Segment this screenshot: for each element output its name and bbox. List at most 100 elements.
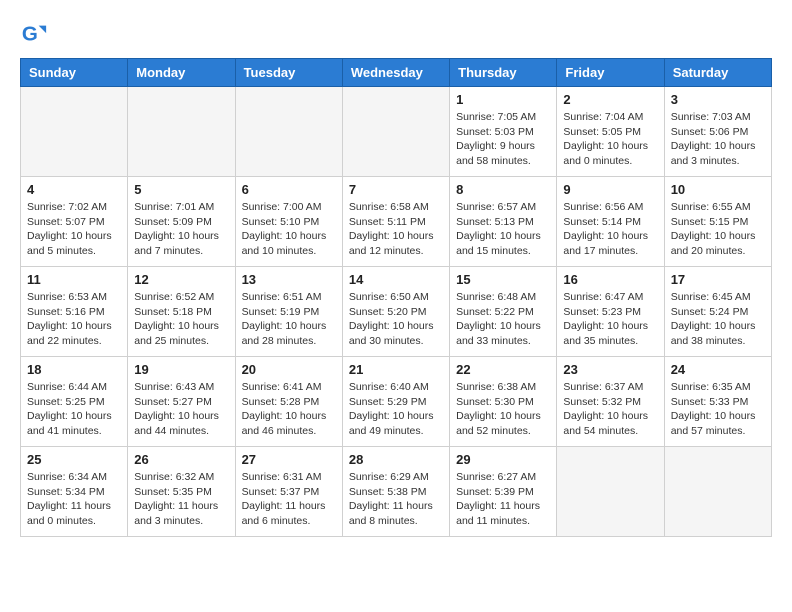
day-number: 1: [456, 92, 550, 107]
calendar-week-row: 18 Sunrise: 6:44 AMSunset: 5:25 PMDayligh…: [21, 357, 772, 447]
calendar-cell: 15Sunrise: 6:48 AMSunset: 5:22 PMDayligh…: [450, 267, 557, 357]
day-number: 2: [563, 92, 657, 107]
calendar-cell: 20Sunrise: 6:41 AMSunset: 5:28 PMDayligh…: [235, 357, 342, 447]
calendar-cell: 9 Sunrise: 6:56 AMSunset: 5:14 PMDaylight…: [557, 177, 664, 267]
calendar-cell: 10Sunrise: 6:55 AMSunset: 5:15 PMDayligh…: [664, 177, 771, 267]
calendar-week-row: 25 Sunrise: 6:34 AMSunset: 5:34 PMDayligh…: [21, 447, 772, 537]
day-info: Sunrise: 6:43 AMSunset: 5:27 PMDaylight:…: [134, 380, 228, 439]
calendar-cell: 23 Sunrise: 6:37 AMSunset: 5:32 PMDayligh…: [557, 357, 664, 447]
day-number: 7: [349, 182, 443, 197]
day-info: Sunrise: 7:04 AMSunset: 5:05 PMDaylight:…: [563, 110, 657, 169]
day-info: Sunrise: 6:55 AMSunset: 5:15 PMDaylight:…: [671, 200, 765, 259]
calendar-cell: 6 Sunrise: 7:00 AMSunset: 5:10 PMDaylight…: [235, 177, 342, 267]
calendar-cell: [128, 87, 235, 177]
calendar-cell: [21, 87, 128, 177]
day-info: Sunrise: 7:01 AMSunset: 5:09 PMDaylight:…: [134, 200, 228, 259]
day-header-saturday: Saturday: [664, 59, 771, 87]
header: G: [20, 20, 772, 48]
day-number: 5: [134, 182, 228, 197]
day-header-friday: Friday: [557, 59, 664, 87]
day-info: Sunrise: 6:56 AMSunset: 5:14 PMDaylight:…: [563, 200, 657, 259]
day-info: Sunrise: 6:41 AMSunset: 5:28 PMDaylight:…: [242, 380, 336, 439]
day-info: Sunrise: 6:27 AMSunset: 5:39 PMDaylight:…: [456, 470, 550, 529]
calendar-week-row: 4 Sunrise: 7:02 AMSunset: 5:07 PMDaylight…: [21, 177, 772, 267]
day-info: Sunrise: 6:47 AMSunset: 5:23 PMDaylight:…: [563, 290, 657, 349]
day-info: Sunrise: 6:31 AMSunset: 5:37 PMDaylight:…: [242, 470, 336, 529]
calendar-cell: 24 Sunrise: 6:35 AMSunset: 5:33 PMDayligh…: [664, 357, 771, 447]
calendar-cell: [342, 87, 449, 177]
calendar-cell: 26 Sunrise: 6:32 AMSunset: 5:35 PMDayligh…: [128, 447, 235, 537]
day-info: Sunrise: 6:51 AMSunset: 5:19 PMDaylight:…: [242, 290, 336, 349]
calendar-cell: 17 Sunrise: 6:45 AMSunset: 5:24 PMDayligh…: [664, 267, 771, 357]
calendar-cell: [557, 447, 664, 537]
day-info: Sunrise: 6:38 AMSunset: 5:30 PMDaylight:…: [456, 380, 550, 439]
day-header-sunday: Sunday: [21, 59, 128, 87]
day-number: 9: [563, 182, 657, 197]
day-number: 13: [242, 272, 336, 287]
calendar-week-row: 11 Sunrise: 6:53 AMSunset: 5:16 PMDayligh…: [21, 267, 772, 357]
day-number: 18: [27, 362, 121, 377]
calendar-cell: 29 Sunrise: 6:27 AMSunset: 5:39 PMDayligh…: [450, 447, 557, 537]
day-info: Sunrise: 7:02 AMSunset: 5:07 PMDaylight:…: [27, 200, 121, 259]
day-info: Sunrise: 6:44 AMSunset: 5:25 PMDaylight:…: [27, 380, 121, 439]
day-number: 26: [134, 452, 228, 467]
day-info: Sunrise: 6:32 AMSunset: 5:35 PMDaylight:…: [134, 470, 228, 529]
day-number: 4: [27, 182, 121, 197]
day-info: Sunrise: 6:29 AMSunset: 5:38 PMDaylight:…: [349, 470, 443, 529]
logo: G: [20, 20, 52, 48]
day-info: Sunrise: 6:35 AMSunset: 5:33 PMDaylight:…: [671, 380, 765, 439]
calendar-cell: 8 Sunrise: 6:57 AMSunset: 5:13 PMDaylight…: [450, 177, 557, 267]
day-info: Sunrise: 6:40 AMSunset: 5:29 PMDaylight:…: [349, 380, 443, 439]
day-info: Sunrise: 6:53 AMSunset: 5:16 PMDaylight:…: [27, 290, 121, 349]
calendar-cell: 7 Sunrise: 6:58 AMSunset: 5:11 PMDaylight…: [342, 177, 449, 267]
calendar-cell: [235, 87, 342, 177]
day-info: Sunrise: 6:37 AMSunset: 5:32 PMDaylight:…: [563, 380, 657, 439]
day-info: Sunrise: 6:52 AMSunset: 5:18 PMDaylight:…: [134, 290, 228, 349]
day-info: Sunrise: 6:45 AMSunset: 5:24 PMDaylight:…: [671, 290, 765, 349]
day-info: Sunrise: 7:00 AMSunset: 5:10 PMDaylight:…: [242, 200, 336, 259]
calendar-cell: 22 Sunrise: 6:38 AMSunset: 5:30 PMDayligh…: [450, 357, 557, 447]
day-number: 14: [349, 272, 443, 287]
day-number: 23: [563, 362, 657, 377]
day-info: Sunrise: 6:58 AMSunset: 5:11 PMDaylight:…: [349, 200, 443, 259]
day-number: 19: [134, 362, 228, 377]
calendar-cell: 11 Sunrise: 6:53 AMSunset: 5:16 PMDayligh…: [21, 267, 128, 357]
day-header-thursday: Thursday: [450, 59, 557, 87]
day-number: 6: [242, 182, 336, 197]
day-number: 12: [134, 272, 228, 287]
day-number: 11: [27, 272, 121, 287]
day-number: 16: [563, 272, 657, 287]
calendar-cell: 14Sunrise: 6:50 AMSunset: 5:20 PMDayligh…: [342, 267, 449, 357]
day-number: 21: [349, 362, 443, 377]
calendar-cell: 18 Sunrise: 6:44 AMSunset: 5:25 PMDayligh…: [21, 357, 128, 447]
day-header-wednesday: Wednesday: [342, 59, 449, 87]
day-header-monday: Monday: [128, 59, 235, 87]
calendar-cell: 5 Sunrise: 7:01 AMSunset: 5:09 PMDaylight…: [128, 177, 235, 267]
day-info: Sunrise: 6:34 AMSunset: 5:34 PMDaylight:…: [27, 470, 121, 529]
day-number: 25: [27, 452, 121, 467]
calendar-cell: 3 Sunrise: 7:03 AMSunset: 5:06 PMDaylight…: [664, 87, 771, 177]
calendar-cell: 25 Sunrise: 6:34 AMSunset: 5:34 PMDayligh…: [21, 447, 128, 537]
calendar-cell: 19 Sunrise: 6:43 AMSunset: 5:27 PMDayligh…: [128, 357, 235, 447]
calendar-week-row: 1Sunrise: 7:05 AMSunset: 5:03 PMDaylight…: [21, 87, 772, 177]
calendar-cell: 27 Sunrise: 6:31 AMSunset: 5:37 PMDayligh…: [235, 447, 342, 537]
calendar-cell: 12 Sunrise: 6:52 AMSunset: 5:18 PMDayligh…: [128, 267, 235, 357]
day-number: 29: [456, 452, 550, 467]
calendar-cell: 16 Sunrise: 6:47 AMSunset: 5:23 PMDayligh…: [557, 267, 664, 357]
day-number: 8: [456, 182, 550, 197]
day-number: 22: [456, 362, 550, 377]
calendar-cell: 28Sunrise: 6:29 AMSunset: 5:38 PMDayligh…: [342, 447, 449, 537]
day-number: 3: [671, 92, 765, 107]
day-number: 17: [671, 272, 765, 287]
calendar-cell: [664, 447, 771, 537]
day-info: Sunrise: 6:57 AMSunset: 5:13 PMDaylight:…: [456, 200, 550, 259]
day-info: Sunrise: 6:48 AMSunset: 5:22 PMDaylight:…: [456, 290, 550, 349]
day-info: Sunrise: 7:03 AMSunset: 5:06 PMDaylight:…: [671, 110, 765, 169]
logo-icon: G: [20, 20, 48, 48]
calendar: SundayMondayTuesdayWednesdayThursdayFrid…: [20, 58, 772, 537]
day-number: 27: [242, 452, 336, 467]
day-number: 24: [671, 362, 765, 377]
calendar-cell: 4 Sunrise: 7:02 AMSunset: 5:07 PMDaylight…: [21, 177, 128, 267]
calendar-cell: 13 Sunrise: 6:51 AMSunset: 5:19 PMDayligh…: [235, 267, 342, 357]
day-header-tuesday: Tuesday: [235, 59, 342, 87]
